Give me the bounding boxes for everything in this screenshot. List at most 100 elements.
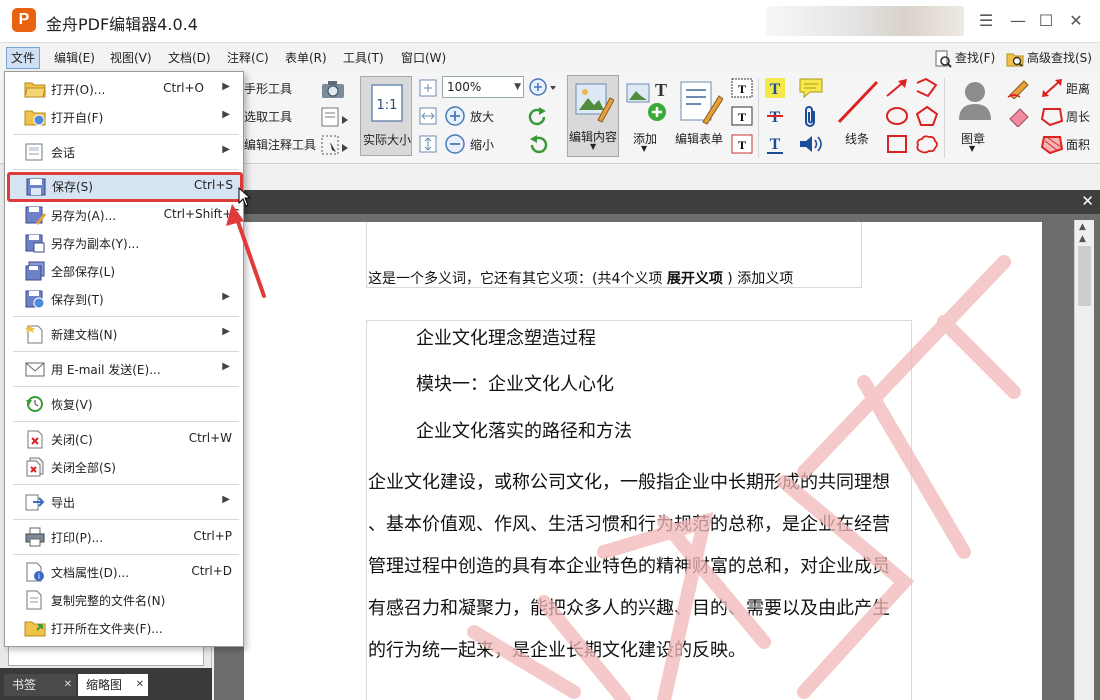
tab-bookmarks[interactable]: 书签 ✕ — [4, 674, 76, 696]
menu-item-export[interactable]: 导出 ▶ — [6, 489, 242, 515]
menu-window[interactable]: 窗口(W) — [397, 47, 450, 69]
tab-thumbnails[interactable]: 缩略图 ✕ — [78, 674, 148, 696]
minimize-icon[interactable]: — — [1006, 9, 1030, 33]
menu-item-close-all[interactable]: 关闭全部(S) — [6, 454, 242, 480]
file-menu: 打开(O)... Ctrl+O ▶ 打开自(F) ▶ 会话 ▶ 保存(S) Ct… — [4, 71, 244, 647]
zoom-select[interactable]: 100% ▼ — [442, 76, 524, 98]
submenu-arrow-icon: ▶ — [222, 326, 230, 337]
fit-page-icon[interactable] — [418, 78, 438, 98]
panel-input-box[interactable] — [8, 644, 204, 666]
menu-item-open-from[interactable]: 打开自(F) ▶ — [6, 104, 242, 130]
underline-text-icon[interactable]: T — [764, 133, 786, 155]
zoom-tool-icon[interactable] — [528, 77, 558, 99]
text-field-icon[interactable]: T — [730, 77, 754, 99]
zoom-in-icon[interactable] — [444, 105, 466, 127]
pentagon-icon[interactable] — [914, 105, 940, 127]
sound-icon[interactable] — [798, 133, 824, 155]
actual-size-button[interactable]: 1:1 实际大小 — [360, 76, 412, 156]
menu-document[interactable]: 文档(D) — [164, 47, 215, 69]
note-icon[interactable] — [798, 77, 824, 99]
perimeter-icon[interactable] — [1040, 105, 1064, 127]
close-icon[interactable]: ✕ — [64, 674, 72, 696]
menu-item-save[interactable]: 保存(S) Ctrl+S — [7, 172, 243, 202]
text-box-icon[interactable]: T — [730, 105, 754, 127]
copy-filename-icon — [26, 590, 42, 610]
cloud-icon[interactable] — [914, 133, 940, 155]
fit-width-icon[interactable] — [418, 106, 438, 126]
print-icon — [25, 527, 45, 547]
menu-item-open-folder[interactable]: 打开所在文件夹(F)... — [6, 615, 242, 641]
menu-item-save-copy[interactable]: 另存为副本(Y)... — [6, 230, 242, 256]
zoom-out-icon[interactable] — [444, 133, 466, 155]
vertical-scrollbar[interactable]: ▲ ▲ — [1074, 220, 1094, 700]
scroll-thumb[interactable] — [1078, 246, 1091, 306]
zoom-out-label[interactable]: 缩小 — [470, 136, 494, 153]
menu-item-save-to[interactable]: 保存到(T) ▶ — [6, 286, 242, 312]
menu-file[interactable]: 文件 — [6, 47, 41, 69]
actual-size-label: 实际大小 — [363, 133, 412, 147]
callout-text-icon[interactable]: T — [730, 133, 754, 155]
zoom-in-label[interactable]: 放大 — [470, 108, 494, 125]
line-icon — [837, 80, 879, 124]
menu-form[interactable]: 表单(R) — [281, 47, 331, 69]
edit-form-button[interactable]: 编辑表单 — [672, 75, 726, 157]
menu-item-send-email[interactable]: 用 E-mail 发送(E)... ▶ — [6, 356, 242, 382]
add-button[interactable]: T 添加 ▼ — [622, 75, 668, 157]
menu-item-print[interactable]: 打印(P)... Ctrl+P — [6, 524, 242, 550]
menu-comment[interactable]: 注释(C) — [223, 47, 273, 69]
edit-annotation-tool-label[interactable]: 编辑注释工具 — [244, 136, 316, 153]
menu-item-save-as[interactable]: 另存为(A)... Ctrl+Shift+S — [6, 202, 242, 228]
area-icon[interactable] — [1040, 133, 1064, 155]
rotate-left-icon[interactable] — [526, 134, 550, 156]
menu-item-new-document[interactable]: 新建文档(N) ▶ — [6, 321, 242, 347]
menu-item-restore[interactable]: 恢复(V) — [6, 391, 242, 417]
menu-tools[interactable]: 工具(T) — [339, 47, 388, 69]
close-window-icon[interactable]: ✕ — [1064, 9, 1088, 33]
strikeout-text-icon[interactable]: T — [764, 105, 786, 127]
find-button[interactable]: 查找(F) — [934, 47, 995, 69]
menu-item-label: 关闭(C) — [51, 433, 93, 447]
maximize-icon[interactable]: ☐ — [1034, 9, 1058, 33]
menu-item-properties[interactable]: i 文档属性(D)... Ctrl+D — [6, 559, 242, 585]
menu-item-close[interactable]: 关闭(C) Ctrl+W — [6, 426, 242, 452]
eraser-icon[interactable] — [1006, 105, 1034, 127]
menu-view[interactable]: 视图(V) — [106, 47, 156, 69]
chevron-down-icon: ▼ — [969, 144, 976, 153]
arrow-icon[interactable] — [884, 77, 910, 99]
menu-icon[interactable]: ☰ — [974, 9, 998, 33]
stamp-button[interactable]: 图章 ▼ — [948, 75, 1000, 157]
area-label[interactable]: 面积 — [1066, 136, 1090, 153]
hand-tool-label[interactable]: 手形工具 — [244, 80, 292, 97]
close-doc-icon — [27, 430, 43, 449]
menu-item-session[interactable]: 会话 ▶ — [6, 139, 242, 165]
attachment-icon[interactable] — [800, 105, 822, 129]
find-icon — [935, 50, 952, 68]
camera-icon[interactable] — [320, 78, 346, 100]
svg-text:T: T — [770, 109, 781, 126]
advanced-find-button[interactable]: 高级查找(S) — [1006, 47, 1092, 69]
rectangle-icon[interactable] — [884, 133, 910, 155]
scroll-up-icon[interactable]: ▲ — [1079, 222, 1086, 232]
distance-icon[interactable] — [1040, 77, 1064, 99]
menu-item-copy-filename[interactable]: 复制完整的文件名(N) — [6, 587, 242, 613]
close-document-icon[interactable]: ✕ — [1081, 192, 1094, 210]
polygon-line-icon[interactable] — [914, 77, 940, 99]
pencil-icon[interactable] — [1006, 77, 1034, 99]
rotate-right-icon[interactable] — [526, 106, 550, 128]
select-text-icon[interactable] — [320, 106, 350, 128]
highlight-text-icon[interactable]: T — [764, 77, 786, 99]
perimeter-label[interactable]: 周长 — [1066, 108, 1090, 125]
menu-item-open[interactable]: 打开(O)... Ctrl+O ▶ — [6, 76, 242, 102]
select-area-icon[interactable] — [320, 134, 350, 156]
distance-label[interactable]: 距离 — [1066, 80, 1090, 97]
scroll-up-icon[interactable]: ▲ — [1079, 234, 1086, 244]
edit-content-button[interactable]: 编辑内容 ▼ — [567, 75, 619, 157]
lines-button[interactable]: 线条 — [832, 75, 882, 157]
close-icon[interactable]: ✕ — [136, 674, 144, 696]
menu-edit[interactable]: 编辑(E) — [50, 47, 99, 69]
menu-item-save-all[interactable]: 全部保存(L) — [6, 258, 242, 284]
fit-visible-icon[interactable] — [418, 134, 438, 154]
advanced-find-icon — [1006, 53, 1024, 67]
oval-icon[interactable] — [884, 105, 910, 127]
select-tool-label[interactable]: 选取工具 — [244, 108, 292, 125]
